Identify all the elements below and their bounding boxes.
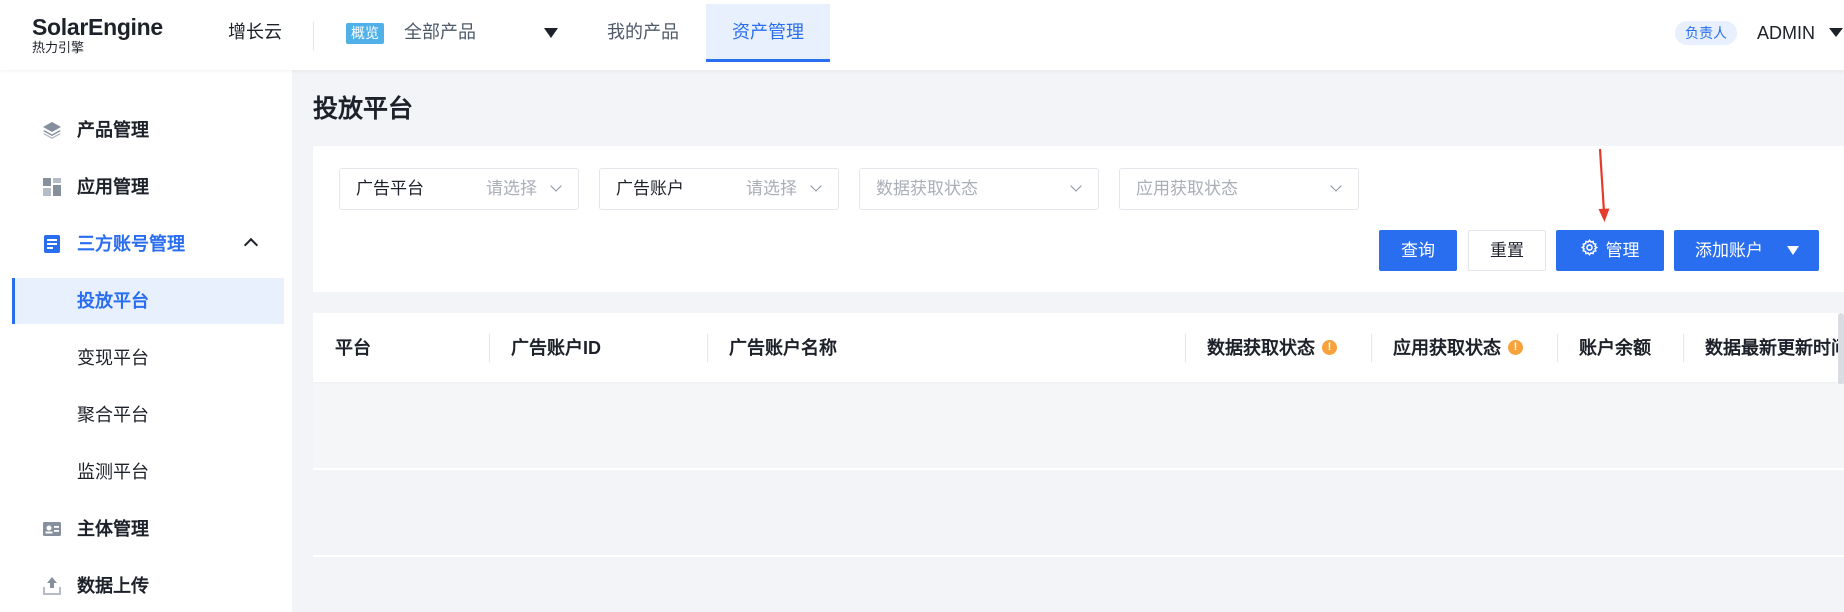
sidebar-item-label: 产品管理 xyxy=(77,120,149,140)
column-divider[interactable] xyxy=(1683,334,1684,362)
table-row xyxy=(313,470,1844,554)
annotation-arrow-icon xyxy=(1598,148,1610,222)
page-title: 投放平台 xyxy=(313,95,414,123)
warning-info-icon[interactable]: ! xyxy=(1508,340,1523,356)
layers-icon xyxy=(43,122,61,139)
sidebar-item-label: 三方账号管理 xyxy=(77,234,185,254)
column-header-label: 数据获取状态 xyxy=(1207,338,1315,358)
sidebar: 产品管理 应用管理 三方账号管理 投放平台 变现平台 聚合平台 监测平台 主体管… xyxy=(0,70,292,612)
upload-icon xyxy=(43,577,61,595)
data-fetch-status-select[interactable]: 数据获取状态 xyxy=(859,168,1099,210)
sidebar-item-label: 数据上传 xyxy=(77,576,149,596)
user-menu[interactable]: ADMIN xyxy=(1757,21,1815,45)
sidebar-item-monetization-platform[interactable]: 变现平台 xyxy=(0,335,292,381)
app-fetch-status-select[interactable]: 应用获取状态 xyxy=(1119,168,1359,210)
filter-placeholder: 应用获取状态 xyxy=(1136,179,1238,198)
column-divider[interactable] xyxy=(1371,334,1372,362)
table-row xyxy=(313,384,1844,468)
sidebar-item-data-upload[interactable]: 数据上传 xyxy=(0,563,292,609)
ad-account-select[interactable]: 广告账户 请选择 xyxy=(599,168,839,210)
sidebar-item-entity-management[interactable]: 主体管理 xyxy=(0,506,292,552)
chevron-down-icon xyxy=(810,180,822,192)
sidebar-item-product-management[interactable]: 产品管理 xyxy=(0,107,292,153)
column-divider[interactable] xyxy=(707,334,708,362)
sidebar-item-label: 聚合平台 xyxy=(77,405,149,425)
table-body xyxy=(313,384,1844,612)
nav-my-products[interactable]: 我的产品 xyxy=(607,0,679,62)
add-account-button[interactable]: 添加账户 xyxy=(1674,230,1819,271)
column-header-account-balance[interactable]: 账户余额 xyxy=(1579,313,1651,383)
nav-growth-cloud[interactable]: 增长云 xyxy=(228,0,282,62)
user-caret-down-icon[interactable] xyxy=(1829,28,1843,37)
sidebar-item-app-management[interactable]: 应用管理 xyxy=(0,164,292,210)
logo-wordmark: SolarEngine xyxy=(32,14,163,40)
column-header-data-fetch-status[interactable]: 数据获取状态! xyxy=(1207,313,1337,383)
sidebar-item-label: 主体管理 xyxy=(77,519,149,539)
warning-info-icon[interactable]: ! xyxy=(1322,340,1337,356)
gear-icon xyxy=(1580,230,1598,271)
ad-platform-select[interactable]: 广告平台 请选择 xyxy=(339,168,579,210)
caret-down-icon[interactable] xyxy=(1787,246,1799,255)
column-divider[interactable] xyxy=(489,334,490,362)
chevron-down-icon xyxy=(1070,180,1082,192)
column-header-ad-account-name[interactable]: 广告账户名称 xyxy=(729,313,837,383)
column-header-ad-account-id[interactable]: 广告账户ID xyxy=(511,313,601,383)
solarengine-logo[interactable]: SolarEngine 热力引擎 xyxy=(32,14,163,56)
column-divider[interactable] xyxy=(1185,334,1186,362)
top-navigation-bar: SolarEngine 热力引擎 增长云 概览 全部产品 我的产品 资产管理 负… xyxy=(0,0,1844,70)
filter-placeholder: 请选择 xyxy=(746,179,797,198)
column-header-label: 应用获取状态 xyxy=(1393,338,1501,358)
sidebar-item-label: 投放平台 xyxy=(77,291,149,311)
nav-divider xyxy=(313,22,314,50)
reset-button[interactable]: 重置 xyxy=(1468,230,1546,271)
sidebar-item-third-party-accounts[interactable]: 三方账号管理 xyxy=(0,221,292,267)
sidebar-item-aggregation-platform[interactable]: 聚合平台 xyxy=(0,392,292,438)
filter-label: 广告平台 xyxy=(356,179,424,198)
add-account-label: 添加账户 xyxy=(1695,241,1763,260)
sidebar-item-label: 变现平台 xyxy=(77,348,149,368)
column-header-platform[interactable]: 平台 xyxy=(335,313,371,383)
caret-down-icon[interactable] xyxy=(544,28,558,38)
nav-asset-management[interactable]: 资产管理 xyxy=(706,4,830,62)
overview-badge: 概览 xyxy=(346,23,384,44)
filter-placeholder: 请选择 xyxy=(486,179,537,198)
apps-grid-icon xyxy=(43,178,61,196)
chevron-up-icon[interactable] xyxy=(243,237,259,253)
filter-label: 广告账户 xyxy=(616,179,684,198)
chevron-down-icon xyxy=(1330,180,1342,192)
column-header-app-fetch-status[interactable]: 应用获取状态! xyxy=(1393,313,1523,383)
query-button[interactable]: 查询 xyxy=(1379,230,1457,271)
owner-role-badge: 负责人 xyxy=(1675,21,1737,45)
sidebar-item-monitoring-platform[interactable]: 监测平台 xyxy=(0,449,292,495)
manage-button[interactable]: 管理 xyxy=(1556,230,1664,271)
table-row xyxy=(313,557,1844,612)
account-book-icon xyxy=(44,235,60,253)
id-card-icon xyxy=(43,522,61,536)
column-header-last-updated[interactable]: 数据最新更新时间 xyxy=(1705,313,1844,383)
sidebar-item-ad-platform[interactable]: 投放平台 xyxy=(12,278,284,324)
sidebar-item-label: 应用管理 xyxy=(77,177,149,197)
chevron-down-icon xyxy=(550,180,562,192)
filter-placeholder: 数据获取状态 xyxy=(876,179,978,198)
manage-button-label: 管理 xyxy=(1605,241,1640,260)
sidebar-item-label: 监测平台 xyxy=(77,462,149,482)
table-header: 平台 广告账户ID 广告账户名称 数据获取状态! 应用获取状态! 账户余额 数据… xyxy=(313,313,1844,383)
logo-subtitle: 热力引擎 xyxy=(32,40,85,55)
horizontal-scrollbar-thumb[interactable] xyxy=(1838,313,1844,385)
column-divider[interactable] xyxy=(1557,334,1558,362)
all-products-select[interactable]: 全部产品 xyxy=(404,0,476,62)
